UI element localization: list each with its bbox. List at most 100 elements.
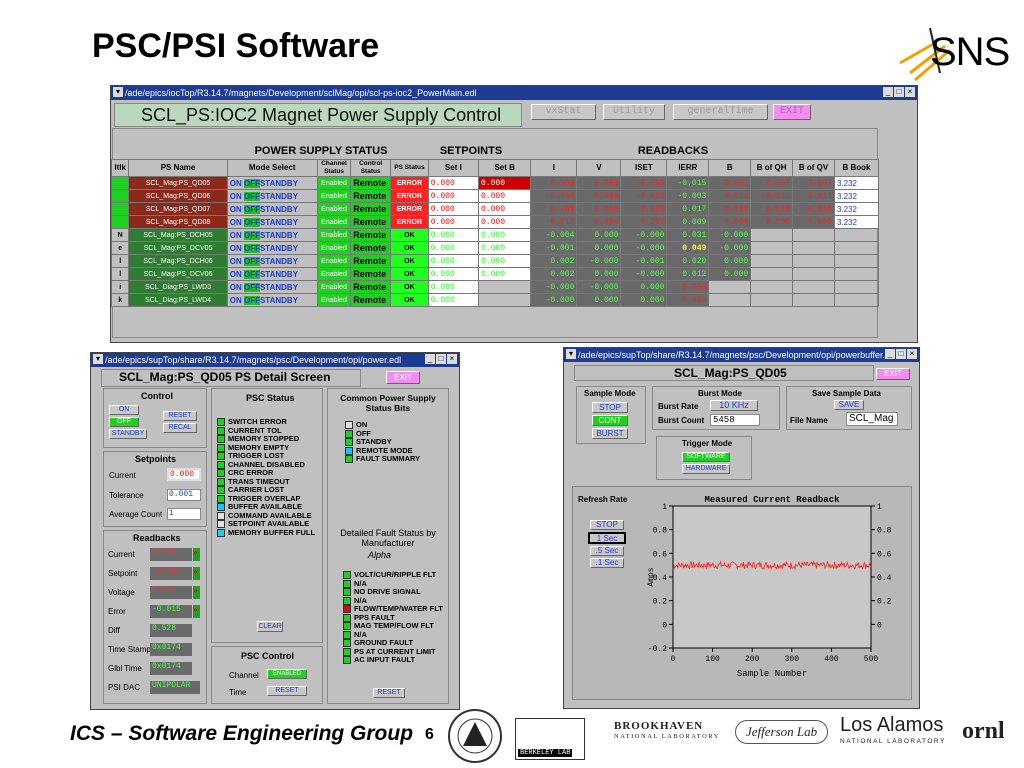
setpoint-current-input[interactable]: 0.000 bbox=[167, 468, 201, 481]
minimize-icon[interactable]: _ bbox=[425, 354, 435, 364]
close-icon[interactable]: × bbox=[907, 349, 917, 359]
utility-button[interactable]: Utility bbox=[603, 104, 665, 120]
on-button[interactable]: ON bbox=[230, 283, 244, 292]
exit-button[interactable]: EXIT bbox=[773, 104, 811, 120]
burst-rate-select[interactable]: 10 KHz bbox=[710, 400, 758, 411]
average-count-input[interactable]: 1 bbox=[167, 508, 201, 520]
set-i-input[interactable]: 0.000 bbox=[427, 280, 480, 294]
ps-name-cell[interactable]: SCL_Diag:PS_LWD3 bbox=[128, 280, 228, 294]
off-button[interactable]: OFF bbox=[243, 282, 260, 292]
maximize-icon[interactable]: □ bbox=[894, 87, 904, 97]
minimize-icon[interactable]: _ bbox=[883, 87, 893, 97]
set-i-input[interactable]: 0.000 bbox=[427, 293, 480, 307]
off-button[interactable]: OFF bbox=[243, 256, 260, 266]
on-button[interactable]: ON bbox=[230, 296, 244, 305]
off-button[interactable]: OFF bbox=[243, 295, 260, 305]
refresh-tenth-sec-button[interactable]: .1 Sec bbox=[590, 558, 624, 568]
readback-arrow-icon[interactable]: » bbox=[193, 548, 200, 561]
control-reset-button[interactable]: RESET bbox=[163, 411, 197, 421]
readback-arrow-icon[interactable]: » bbox=[193, 567, 200, 580]
set-i-input[interactable]: 0.000 bbox=[427, 202, 480, 216]
ps-name-cell[interactable]: SCL_Mag:PS_DCV06 bbox=[128, 267, 228, 281]
ps-name-cell[interactable]: SCL_Mag:PS_DCV05 bbox=[128, 241, 228, 255]
buffer-exit-button[interactable]: EXIT bbox=[876, 368, 910, 380]
trigger-software-button[interactable]: SOFTWARE bbox=[682, 452, 730, 462]
set-i-input[interactable]: 0.000 bbox=[427, 228, 480, 242]
clear-button[interactable]: CLEAR bbox=[257, 621, 283, 632]
off-button[interactable]: OFF bbox=[243, 243, 260, 253]
sample-cont-button[interactable]: CONT bbox=[592, 415, 628, 426]
set-b-input[interactable]: 0.000 bbox=[477, 189, 532, 203]
set-i-input[interactable]: 0.000 bbox=[427, 254, 480, 268]
ps-name-cell[interactable]: SCL_Mag:PS_DCH05 bbox=[128, 228, 228, 242]
readback-arrow-icon[interactable]: » bbox=[193, 586, 200, 599]
off-button[interactable]: OFF bbox=[243, 178, 260, 188]
off-button[interactable]: OFF bbox=[243, 269, 260, 279]
set-b-input[interactable]: 0.000 bbox=[477, 267, 532, 281]
refresh-half-sec-button[interactable]: .5 Sec bbox=[590, 546, 624, 556]
control-recal-button[interactable]: RECAL bbox=[163, 423, 197, 433]
standby-button[interactable]: STANDBY bbox=[260, 257, 298, 266]
sample-burst-button[interactable]: BURST bbox=[592, 428, 628, 439]
set-i-input[interactable]: 0.000 bbox=[427, 176, 480, 190]
standby-button[interactable]: STANDBY bbox=[260, 205, 298, 214]
set-b-input[interactable] bbox=[477, 293, 532, 307]
on-button[interactable]: ON bbox=[230, 270, 244, 279]
set-i-input[interactable]: 0.000 bbox=[427, 215, 480, 229]
set-i-input[interactable]: 0.000 bbox=[427, 267, 480, 281]
standby-button[interactable]: STANDBY bbox=[260, 244, 298, 253]
fault-reset-button[interactable]: RESET bbox=[373, 688, 405, 698]
close-icon[interactable]: × bbox=[905, 87, 915, 97]
ps-name-cell[interactable]: SCL_Mag:PS_QD08 bbox=[128, 215, 228, 229]
set-b-input[interactable]: 0.000 bbox=[477, 241, 532, 255]
tolerance-input[interactable]: 0.001 bbox=[167, 489, 201, 501]
control-standby-button[interactable]: STANDBY bbox=[109, 429, 147, 439]
control-off-button[interactable]: OFF bbox=[109, 417, 139, 427]
window-menu-icon[interactable]: ▾ bbox=[93, 354, 103, 364]
window-menu-icon[interactable]: ▾ bbox=[113, 87, 123, 97]
ps-name-cell[interactable]: SCL_Mag:PS_QD06 bbox=[128, 189, 228, 203]
ps-name-cell[interactable]: SCL_Mag:PS_DCH06 bbox=[128, 254, 228, 268]
ps-name-cell[interactable]: SCL_Mag:PS_QD07 bbox=[128, 202, 228, 216]
set-i-input[interactable]: 0.000 bbox=[427, 189, 480, 203]
standby-button[interactable]: STANDBY bbox=[260, 270, 298, 279]
buffer-window-titlebar[interactable]: ▾ /ade/epics/supTop/share/R3.14.7/magnet… bbox=[564, 348, 919, 362]
off-button[interactable]: OFF bbox=[243, 230, 260, 240]
standby-button[interactable]: STANDBY bbox=[260, 218, 298, 227]
set-b-input[interactable]: 0.000 bbox=[477, 215, 532, 229]
standby-button[interactable]: STANDBY bbox=[260, 283, 298, 292]
time-reset-button[interactable]: RESET bbox=[267, 686, 307, 696]
standby-button[interactable]: STANDBY bbox=[260, 179, 298, 188]
set-i-input[interactable]: 0.000 bbox=[427, 241, 480, 255]
set-b-input[interactable] bbox=[477, 280, 532, 294]
minimize-icon[interactable]: _ bbox=[885, 349, 895, 359]
detail-window-titlebar[interactable]: ▾ /ade/epics/supTop/share/R3.14.7/magnet… bbox=[91, 353, 459, 367]
general-time-button[interactable]: generalTime bbox=[673, 104, 768, 120]
sample-stop-button[interactable]: STOP bbox=[592, 402, 628, 413]
close-icon[interactable]: × bbox=[447, 354, 457, 364]
main-window-titlebar[interactable]: ▾ /ade/epics/iocTop/R3.14.7/magnets/Deve… bbox=[111, 86, 917, 100]
on-button[interactable]: ON bbox=[230, 231, 244, 240]
channel-enabled-button[interactable]: ENABLED bbox=[267, 669, 307, 679]
on-button[interactable]: ON bbox=[230, 192, 244, 201]
readback-arrow-icon[interactable]: » bbox=[193, 605, 200, 618]
on-button[interactable]: ON bbox=[230, 205, 244, 214]
set-b-input[interactable]: 0.000 bbox=[477, 176, 532, 190]
on-button[interactable]: ON bbox=[230, 257, 244, 266]
set-b-input[interactable]: 0.000 bbox=[477, 228, 532, 242]
standby-button[interactable]: STANDBY bbox=[260, 192, 298, 201]
maximize-icon[interactable]: □ bbox=[436, 354, 446, 364]
set-b-input[interactable]: 0.000 bbox=[477, 202, 532, 216]
set-b-input[interactable]: 0.000 bbox=[477, 254, 532, 268]
on-button[interactable]: ON bbox=[230, 244, 244, 253]
off-button[interactable]: OFF bbox=[243, 191, 260, 201]
refresh-stop-button[interactable]: STOP bbox=[590, 520, 624, 530]
on-button[interactable]: ON bbox=[230, 179, 244, 188]
on-button[interactable]: ON bbox=[230, 218, 244, 227]
ps-name-cell[interactable]: SCL_Diag:PS_LWD4 bbox=[128, 293, 228, 307]
detail-exit-button[interactable]: EXIT bbox=[386, 371, 420, 384]
standby-button[interactable]: STANDBY bbox=[260, 231, 298, 240]
save-button[interactable]: SAVE bbox=[834, 400, 864, 410]
vxstat-button[interactable]: vxStat bbox=[531, 104, 596, 120]
burst-count-input[interactable]: 5458 bbox=[710, 414, 760, 426]
